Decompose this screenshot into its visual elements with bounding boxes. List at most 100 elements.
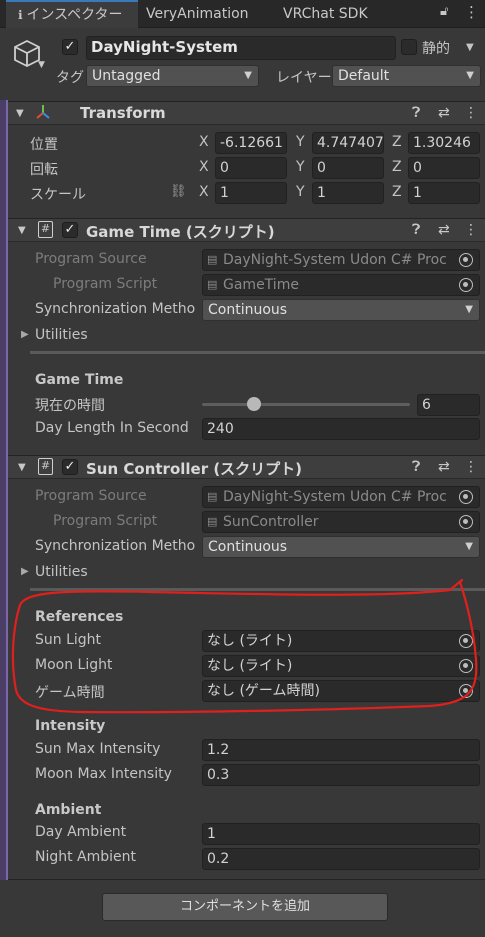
sun-max-intensity-label: Sun Max Intensity xyxy=(35,741,161,757)
help-icon[interactable]: ❓︎ xyxy=(412,105,420,121)
gametime-header[interactable]: ▼ # ✓ Game Time (スクリプト) ❓︎ ⇄ ⋮ xyxy=(8,218,485,242)
utilities-foldout-icon[interactable]: ▶ xyxy=(21,566,29,577)
preset-icon[interactable]: ⇄ xyxy=(438,459,450,475)
transform-icon xyxy=(34,103,52,125)
rotation-z-label[interactable]: Z xyxy=(392,159,402,175)
tab-inspector[interactable]: ℹ インスペクター xyxy=(6,0,138,28)
script-file-icon: ▤ xyxy=(207,278,218,291)
transform-header[interactable]: ▼ Transform ❓︎ ⇄ ⋮ xyxy=(8,101,485,125)
sun-controller-header[interactable]: ▼ # ✓ Sun Controller (スクリプト) ❓︎ ⇄ ⋮ xyxy=(8,455,485,479)
day-length-field[interactable]: 240 xyxy=(202,418,480,440)
rotation-x-label[interactable]: X xyxy=(199,159,209,175)
day-ambient-field[interactable]: 1 xyxy=(202,823,480,845)
scale-y-field[interactable]: 1 xyxy=(312,182,384,204)
sun-max-intensity-field[interactable]: 1.2 xyxy=(202,739,480,761)
rotation-z-field[interactable]: 0 xyxy=(408,157,480,179)
add-component-button[interactable]: コンポーネントを追加 xyxy=(102,893,388,921)
more-menu-icon[interactable]: ⋮ xyxy=(464,3,479,21)
object-picker-icon[interactable] xyxy=(459,634,473,648)
sun-controller-enabled-checkbox[interactable]: ✓ xyxy=(62,459,78,475)
current-time-slider-track[interactable] xyxy=(202,403,410,406)
program-source-field: ▤ DayNight-System Udon C# Proc xyxy=(202,486,480,508)
left-accent-line xyxy=(6,100,8,880)
script-icon: # xyxy=(38,458,53,475)
moon-max-intensity-field[interactable]: 0.3 xyxy=(202,764,480,786)
position-x-label[interactable]: X xyxy=(199,134,209,150)
program-script-label: Program Script xyxy=(53,276,158,292)
script-icon: # xyxy=(38,221,53,238)
preset-icon[interactable]: ⇄ xyxy=(438,105,450,121)
night-ambient-label: Night Ambient xyxy=(35,849,137,865)
static-dropdown-icon[interactable]: ▼ xyxy=(466,42,474,53)
context-menu-icon[interactable]: ⋮ xyxy=(464,105,478,121)
preset-icon[interactable]: ⇄ xyxy=(438,222,450,238)
scale-label: スケール xyxy=(30,187,86,203)
sync-method-dropdown[interactable]: Continuous ▼ xyxy=(202,536,480,558)
current-time-label: 現在の時間 xyxy=(35,398,105,414)
tab-vrchat-sdk[interactable]: VRChat SDK xyxy=(283,0,368,28)
position-z-field[interactable]: 1.30246 xyxy=(408,132,480,154)
divider xyxy=(8,879,485,880)
static-checkbox[interactable] xyxy=(401,39,417,55)
sync-method-label: Synchronization Metho xyxy=(35,301,196,317)
current-time-field[interactable]: 6 xyxy=(417,394,480,416)
scale-x-label[interactable]: X xyxy=(199,184,209,200)
ambient-header: Ambient xyxy=(35,802,102,818)
chevron-down-icon: ▼ xyxy=(466,70,474,81)
help-icon[interactable]: ❓︎ xyxy=(412,222,420,238)
sync-method-dropdown[interactable]: Continuous ▼ xyxy=(202,299,480,321)
gameobject-name-field[interactable]: DayNight-System xyxy=(86,36,396,60)
foldout-arrow-icon[interactable]: ▼ xyxy=(18,462,26,473)
utilities-label[interactable]: Utilities xyxy=(35,327,88,343)
night-ambient-field[interactable]: 0.2 xyxy=(202,848,480,870)
current-time-slider-thumb[interactable] xyxy=(247,397,261,411)
gametime-title: Game Time (スクリプト) xyxy=(86,223,275,241)
day-length-label: Day Length In Second xyxy=(35,420,189,436)
gametime-reference-field[interactable]: なし (ゲーム時間) xyxy=(202,680,480,702)
scale-x-field[interactable]: 1 xyxy=(215,182,287,204)
utilities-foldout-icon[interactable]: ▶ xyxy=(21,329,29,340)
object-picker-icon xyxy=(459,278,473,292)
rotation-y-field[interactable]: 0 xyxy=(312,157,384,179)
context-menu-icon[interactable]: ⋮ xyxy=(464,222,478,238)
gametime-section-header: Game Time xyxy=(35,372,124,388)
moon-light-label: Moon Light xyxy=(35,657,113,673)
position-x-field[interactable]: -6.12661 xyxy=(215,132,287,154)
position-label: 位置 xyxy=(30,137,58,153)
object-picker-icon[interactable] xyxy=(459,659,473,673)
gametime-enabled-checkbox[interactable]: ✓ xyxy=(62,222,78,238)
chevron-down-icon: ▼ xyxy=(244,70,252,81)
sun-light-field[interactable]: なし (ライト) xyxy=(202,630,480,652)
separator xyxy=(30,351,485,354)
foldout-arrow-icon[interactable]: ▼ xyxy=(18,225,26,236)
chevron-down-icon: ▼ xyxy=(465,541,473,552)
scale-z-field[interactable]: 1 xyxy=(408,182,480,204)
rotation-x-field[interactable]: 0 xyxy=(215,157,287,179)
constrain-proportions-icon[interactable]: ⛓︎ xyxy=(170,184,187,199)
chevron-down-icon: ▼ xyxy=(465,304,473,315)
layer-dropdown[interactable]: Default ▼ xyxy=(332,65,481,87)
separator xyxy=(30,588,485,591)
utilities-label[interactable]: Utilities xyxy=(35,564,88,580)
position-y-field[interactable]: 4.747407 xyxy=(312,132,384,154)
foldout-arrow-icon[interactable]: ▼ xyxy=(16,108,24,119)
scale-z-label[interactable]: Z xyxy=(392,184,402,200)
tab-veryanimation[interactable]: VeryAnimation xyxy=(146,0,249,28)
context-menu-icon[interactable]: ⋮ xyxy=(464,459,478,475)
tag-dropdown[interactable]: Untagged ▼ xyxy=(86,65,259,87)
moon-light-field[interactable]: なし (ライト) xyxy=(202,655,480,677)
scale-y-label[interactable]: Y xyxy=(296,184,305,200)
help-icon[interactable]: ❓︎ xyxy=(412,459,420,475)
gametime-reference-label: ゲーム時間 xyxy=(35,685,105,701)
gameobject-active-checkbox[interactable]: ✓ xyxy=(62,39,78,55)
program-script-field: ▤ SunController xyxy=(202,511,480,533)
rotation-y-label[interactable]: Y xyxy=(296,159,305,175)
position-y-label[interactable]: Y xyxy=(296,134,305,150)
lock-icon[interactable]: 🔓︎ xyxy=(440,4,448,19)
icon-dropdown-arrow-icon[interactable]: ▼ xyxy=(38,60,45,70)
object-picker-icon xyxy=(459,490,473,504)
script-file-icon: ▤ xyxy=(207,515,218,528)
position-z-label[interactable]: Z xyxy=(392,134,402,150)
sun-light-label: Sun Light xyxy=(35,632,102,648)
object-picker-icon[interactable] xyxy=(459,684,473,698)
